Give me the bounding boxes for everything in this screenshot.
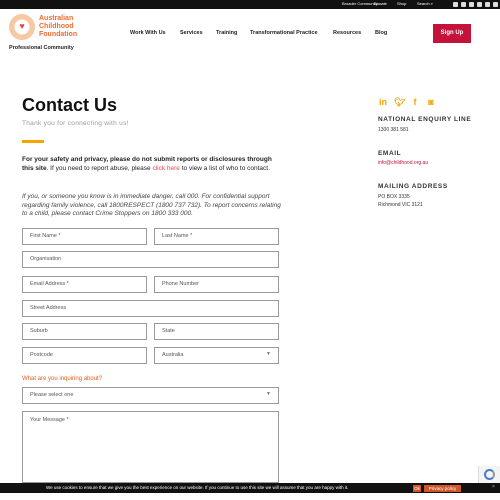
recaptcha-icon (484, 469, 495, 480)
sign-up-button[interactable]: Sign Up (433, 24, 471, 43)
inquiry-select-value: Please select one (30, 392, 74, 398)
street-address-field[interactable]: Street Address (22, 300, 279, 317)
street-address-placeholder: Street Address (30, 305, 67, 311)
inquiry-select[interactable]: Please select one ▼ (22, 387, 279, 404)
message-placeholder: Your Message * (30, 417, 69, 423)
nav-training[interactable]: Training (216, 30, 237, 36)
privacy-policy-button[interactable]: Privacy policy (424, 484, 461, 492)
more-icon[interactable] (493, 2, 498, 7)
shop-link[interactable]: Shop (397, 1, 406, 6)
donate-link[interactable]: Donate (374, 1, 387, 6)
organisation-placeholder: Organisation (30, 256, 62, 262)
logo-wordmark[interactable]: Australian Childhood Foundation (39, 15, 77, 39)
phone-placeholder: Phone Number (162, 281, 199, 287)
page-title: Contact Us (22, 95, 118, 115)
report-abuse-link[interactable]: click here (152, 165, 179, 172)
logo-subtitle: Professional Community (9, 45, 74, 51)
heart-icon: ♥ (19, 21, 25, 31)
close-icon[interactable]: × (492, 484, 495, 490)
search-link[interactable]: Search ⌕ (417, 1, 433, 6)
suburb-field[interactable]: Suburb (22, 323, 147, 340)
safety-notice: For your safety and privacy, please do n… (22, 156, 284, 173)
first-name-placeholder: First Name * (30, 233, 61, 239)
phone-field[interactable]: Phone Number (154, 276, 279, 293)
logo-line-1: Australian (39, 15, 74, 22)
nav-blog[interactable]: Blog (375, 30, 387, 36)
linkedin-icon[interactable]: in (378, 97, 388, 107)
email-heading: EMAIL (378, 150, 402, 157)
email-placeholder: Email Address * (30, 281, 69, 287)
nav-work-with-us[interactable]: Work With Us (130, 30, 166, 36)
facebook-icon[interactable] (453, 2, 458, 7)
page-subtitle: Thank you for connecting with us! (22, 120, 129, 127)
chevron-down-icon: ▼ (266, 351, 271, 357)
state-placeholder: State (162, 328, 175, 334)
emergency-notice: If you, or someone you know is in immedi… (22, 193, 281, 217)
last-name-placeholder: Last Name * (162, 233, 193, 239)
country-value: Australia (162, 352, 184, 358)
chevron-down-icon: ▼ (266, 391, 271, 397)
twitter-icon[interactable] (461, 2, 466, 7)
facebook-icon[interactable]: f (410, 97, 420, 107)
message-textarea[interactable]: Your Message * (22, 411, 279, 483)
instagram-icon[interactable] (469, 2, 474, 7)
cookie-banner: We use cookies to ensure that we give yo… (0, 483, 500, 493)
last-name-field[interactable]: Last Name * (154, 228, 279, 245)
logo-line-3: Foundation (39, 31, 78, 38)
country-select[interactable]: Australia ▼ (154, 347, 279, 364)
top-utility-bar: Broader Community → Donate Shop Search ⌕ (0, 0, 500, 9)
email-field[interactable]: Email Address * (22, 276, 147, 293)
twitter-icon[interactable]: 🐦︎ (394, 97, 405, 107)
first-name-field[interactable]: First Name * (22, 228, 147, 245)
mailing-line-2: Richmond VIC 3121 (378, 202, 423, 208)
cookie-text: We use cookies to ensure that we give yo… (46, 485, 349, 490)
postcode-placeholder: Postcode (30, 352, 53, 358)
logo-line-2: Childhood (39, 23, 74, 30)
recaptcha-badge[interactable] (478, 466, 500, 483)
cookie-ok-button[interactable]: Ok (413, 484, 421, 492)
safety-notice-end: to view a list of who to contact. (179, 164, 270, 172)
youtube-icon[interactable] (477, 2, 482, 7)
inquiry-label: What are you inquiring about? (22, 376, 103, 382)
enquiry-heading: NATIONAL ENQUIRY LINE (378, 116, 472, 123)
instagram-icon[interactable]: ◙ (426, 97, 436, 107)
state-field[interactable]: State (154, 323, 279, 340)
mailing-line-1: PO BOX 3335 (378, 194, 410, 200)
organisation-field[interactable]: Organisation (22, 251, 279, 268)
postcode-field[interactable]: Postcode (22, 347, 147, 364)
nav-services[interactable]: Services (180, 30, 203, 36)
nav-transformational-practice[interactable]: Transformational Practice (250, 30, 318, 36)
mailing-heading: MAILING ADDRESS (378, 183, 448, 190)
accent-divider (22, 140, 44, 143)
enquiry-phone[interactable]: 1300 381 581 (378, 127, 409, 134)
linkedin-icon[interactable] (485, 2, 490, 7)
nav-resources[interactable]: Resources (333, 30, 361, 36)
suburb-placeholder: Suburb (30, 328, 48, 334)
email-link[interactable]: info@childhood.org.au (378, 160, 428, 167)
safety-notice-mid: . If you need to report abuse, please (46, 164, 153, 172)
